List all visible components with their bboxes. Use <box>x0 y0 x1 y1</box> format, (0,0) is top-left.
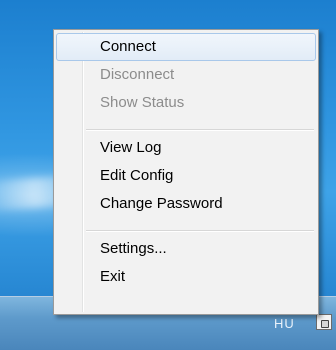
menu-item-view-log[interactable]: View Log <box>56 134 316 162</box>
tray-language-indicator[interactable]: HU <box>274 316 295 331</box>
menu-item-change-password[interactable]: Change Password <box>56 190 316 218</box>
menu-item-edit-config[interactable]: Edit Config <box>56 162 316 190</box>
menu-item-show-status: Show Status <box>100 94 185 111</box>
menu-item-connect[interactable]: Connect <box>56 33 316 61</box>
menu-item-exit[interactable]: Exit <box>56 263 316 291</box>
menu-item-settings[interactable]: Settings... <box>56 235 316 263</box>
context-menu: Connect Disconnect Show Status View Log … <box>53 29 319 315</box>
vpn-lock-icon[interactable] <box>316 314 332 330</box>
menu-separator <box>86 230 314 232</box>
menu-separator <box>86 129 314 131</box>
menu-item-disconnect: Disconnect <box>100 66 175 83</box>
